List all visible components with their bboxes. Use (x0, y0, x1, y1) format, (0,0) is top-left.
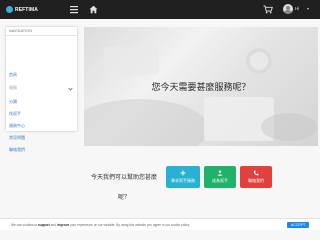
request-helper-button[interactable]: 尋求幫手服務 (166, 166, 200, 188)
become-helper-label: 成為幫手 (212, 178, 228, 183)
sidebar-item-services[interactable]: 服務 (9, 85, 17, 91)
cookie-bold-part: improve (56, 223, 70, 227)
cookie-consent-bar: We use cookies to support and improve yo… (0, 218, 320, 230)
sidebar-header: NAVIGATION (6, 27, 77, 36)
cookie-accept-button[interactable]: ACCEPT (287, 222, 309, 228)
user-greeting[interactable]: Hi (295, 6, 299, 11)
cookie-text-part: We use cookies to (11, 223, 38, 227)
contact-us-label: 聯絡我們 (248, 178, 264, 183)
cookie-text-part: and (49, 223, 57, 227)
plus-icon (180, 170, 186, 176)
sidebar-item-categories[interactable]: 分類 (9, 99, 17, 105)
become-helper-button[interactable]: 成為幫手 (204, 166, 236, 188)
cookie-message: We use cookies to support and improve yo… (11, 222, 190, 228)
shopping-cart-icon[interactable] (263, 5, 273, 14)
home-icon[interactable] (89, 5, 98, 14)
hamburger-menu-icon[interactable] (69, 5, 79, 14)
chevron-down-icon[interactable] (307, 8, 309, 10)
sidebar-item-contact[interactable]: 聯絡我們 (9, 147, 25, 153)
chevron-down-icon[interactable] (68, 86, 73, 91)
user-avatar[interactable] (283, 4, 293, 14)
sidebar-item-home[interactable]: 首頁 (9, 72, 17, 78)
logo-text: REFTIMA (15, 6, 38, 13)
sidebar-navigation: NAVIGATION 首頁 服務 分類 找幫手 服務中心 常見問題 聯絡我們 (6, 27, 77, 152)
avatar-body (284, 10, 292, 14)
sidebar-item-service-center[interactable]: 服務中心 (9, 123, 25, 129)
sidebar-item-find-helper[interactable]: 找幫手 (9, 111, 21, 117)
sidebar-item-faq[interactable]: 常見問題 (9, 135, 25, 141)
hero-heading: 您今天需要甚麼服務呢？ (151, 83, 251, 93)
contact-us-button[interactable]: 聯絡我們 (240, 166, 272, 188)
hero-banner: 您今天需要甚麼服務呢？ (84, 27, 318, 146)
site-logo[interactable]: REFTIMA (6, 5, 38, 14)
person-icon (217, 170, 223, 176)
help-prompt: 今天我們可以幫助您甚麼呢？ (90, 174, 157, 201)
cookie-bold-part: support (37, 223, 50, 227)
logo-mark-icon (6, 6, 13, 13)
phone-icon (253, 170, 259, 176)
cookie-text-part: your experience on our website. By using… (69, 223, 190, 227)
top-navbar: REFTIMA Hi (0, 0, 320, 19)
request-helper-label: 尋求幫手服務 (171, 178, 195, 183)
